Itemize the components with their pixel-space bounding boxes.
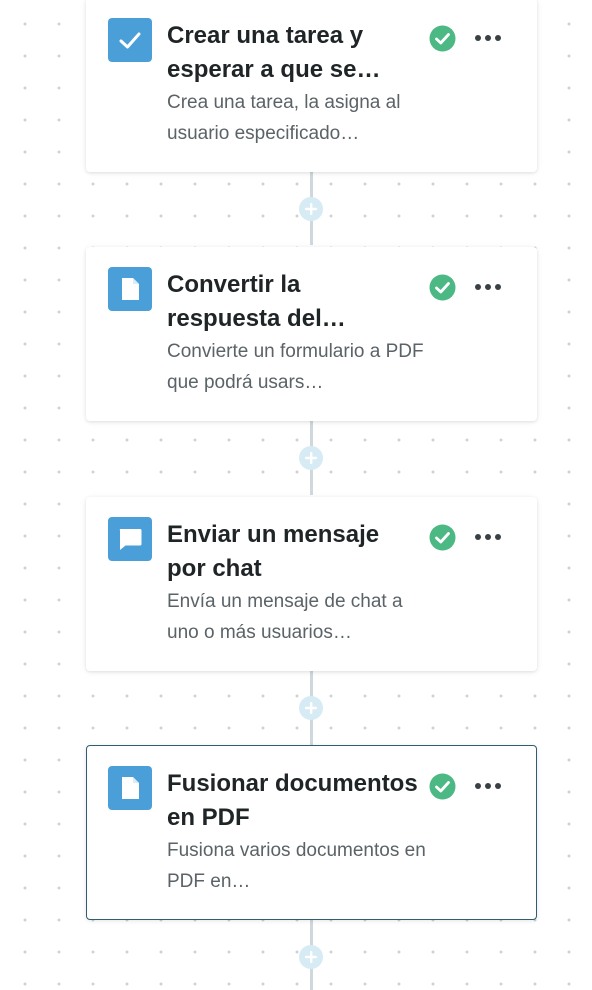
- plus-icon: [305, 203, 317, 215]
- step-icon-badge: [108, 517, 152, 561]
- check-circle-icon: [429, 25, 456, 52]
- workflow-canvas: Crear una tarea y esperar a que se… Crea…: [0, 0, 592, 990]
- document-icon: [122, 777, 139, 799]
- chat-bubble-icon: [119, 529, 142, 550]
- step-description: Envía un mensaje de chat a uno o más usu…: [167, 591, 403, 643]
- plus-icon: [305, 452, 317, 464]
- more-horizontal-icon: [475, 783, 501, 789]
- check-circle-icon: [429, 274, 456, 301]
- step-card-selected[interactable]: Fusionar documentos en PDF Fusiona vario…: [86, 745, 537, 920]
- step-icon-badge: [108, 18, 152, 62]
- step-title: Convertir la respuesta del…: [167, 271, 346, 332]
- checkbox-task-icon: [119, 32, 141, 49]
- step-icon-badge: [108, 766, 152, 810]
- more-options-button[interactable]: [470, 271, 506, 303]
- more-options-button[interactable]: [470, 22, 506, 54]
- step-icon-badge: [108, 267, 152, 311]
- more-horizontal-icon: [475, 284, 501, 290]
- step-title: Fusionar documentos en PDF: [167, 770, 418, 831]
- add-step-button[interactable]: [299, 696, 323, 720]
- step-title: Crear una tarea y esperar a que se…: [167, 22, 381, 83]
- check-circle-icon: [429, 524, 456, 551]
- more-options-button[interactable]: [470, 521, 506, 553]
- plus-icon: [305, 702, 317, 714]
- add-step-button[interactable]: [299, 446, 323, 470]
- plus-icon: [305, 951, 317, 963]
- step-description: Fusiona varios documentos en PDF en…: [167, 840, 426, 892]
- more-horizontal-icon: [475, 35, 501, 41]
- check-circle-icon: [429, 773, 456, 800]
- step-title: Enviar un mensaje por chat: [167, 521, 380, 582]
- add-step-button[interactable]: [299, 945, 323, 969]
- step-card[interactable]: Convertir la respuesta del… Convierte un…: [86, 247, 537, 421]
- step-card[interactable]: Enviar un mensaje por chat Envía un mens…: [86, 497, 537, 671]
- step-card[interactable]: Crear una tarea y esperar a que se… Crea…: [86, 0, 537, 172]
- add-step-button[interactable]: [299, 197, 323, 221]
- more-horizontal-icon: [475, 534, 501, 540]
- more-options-button[interactable]: [470, 770, 506, 802]
- step-description: Convierte un formulario a PDF que podrá …: [167, 341, 424, 393]
- step-description: Crea una tarea, la asigna al usuario esp…: [167, 92, 401, 144]
- document-icon: [122, 278, 139, 300]
